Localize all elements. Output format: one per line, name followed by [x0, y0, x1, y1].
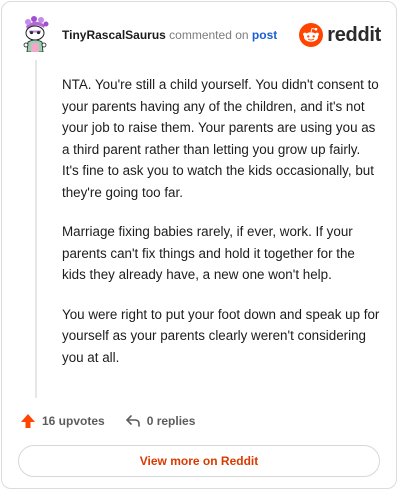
reddit-brand[interactable]: reddit: [299, 22, 381, 48]
reply-button[interactable]: 0 replies: [125, 413, 196, 429]
post-link[interactable]: post: [252, 28, 277, 42]
upvote-arrow-icon: [21, 414, 35, 428]
reddit-snoo-icon: [299, 23, 324, 47]
comment-meta: TinyRascalSaurus commented on post: [62, 27, 277, 43]
reply-count: 0 replies: [146, 414, 196, 428]
comment-body: NTA. You're still a child yourself. You …: [62, 74, 380, 386]
username[interactable]: TinyRascalSaurus: [62, 28, 166, 42]
reply-arrow-icon: [125, 415, 140, 427]
snoo-avatar-icon: [20, 16, 50, 52]
upvote-button[interactable]: 16 upvotes: [20, 413, 105, 429]
comment-paragraph: Marriage fixing babies rarely, if ever, …: [62, 224, 355, 282]
comment-header: TinyRascalSaurus commented on post reddi…: [2, 2, 396, 64]
reddit-wordmark: reddit: [327, 23, 381, 46]
comment-paragraph: You were right to put your foot down and…: [62, 306, 380, 365]
comment-actions: 16 upvotes 0 replies: [20, 410, 195, 432]
upvote-count: 16 upvotes: [42, 414, 105, 428]
commented-on-text: commented on: [169, 28, 249, 42]
comment-paragraph: NTA. You're still a child yourself. You …: [62, 77, 379, 200]
user-avatar[interactable]: [20, 16, 50, 52]
view-more-on-reddit-button[interactable]: View more on Reddit: [18, 445, 380, 477]
thread-line: [35, 60, 37, 398]
embedded-comment-card: TinyRascalSaurus commented on post reddi…: [1, 1, 397, 489]
